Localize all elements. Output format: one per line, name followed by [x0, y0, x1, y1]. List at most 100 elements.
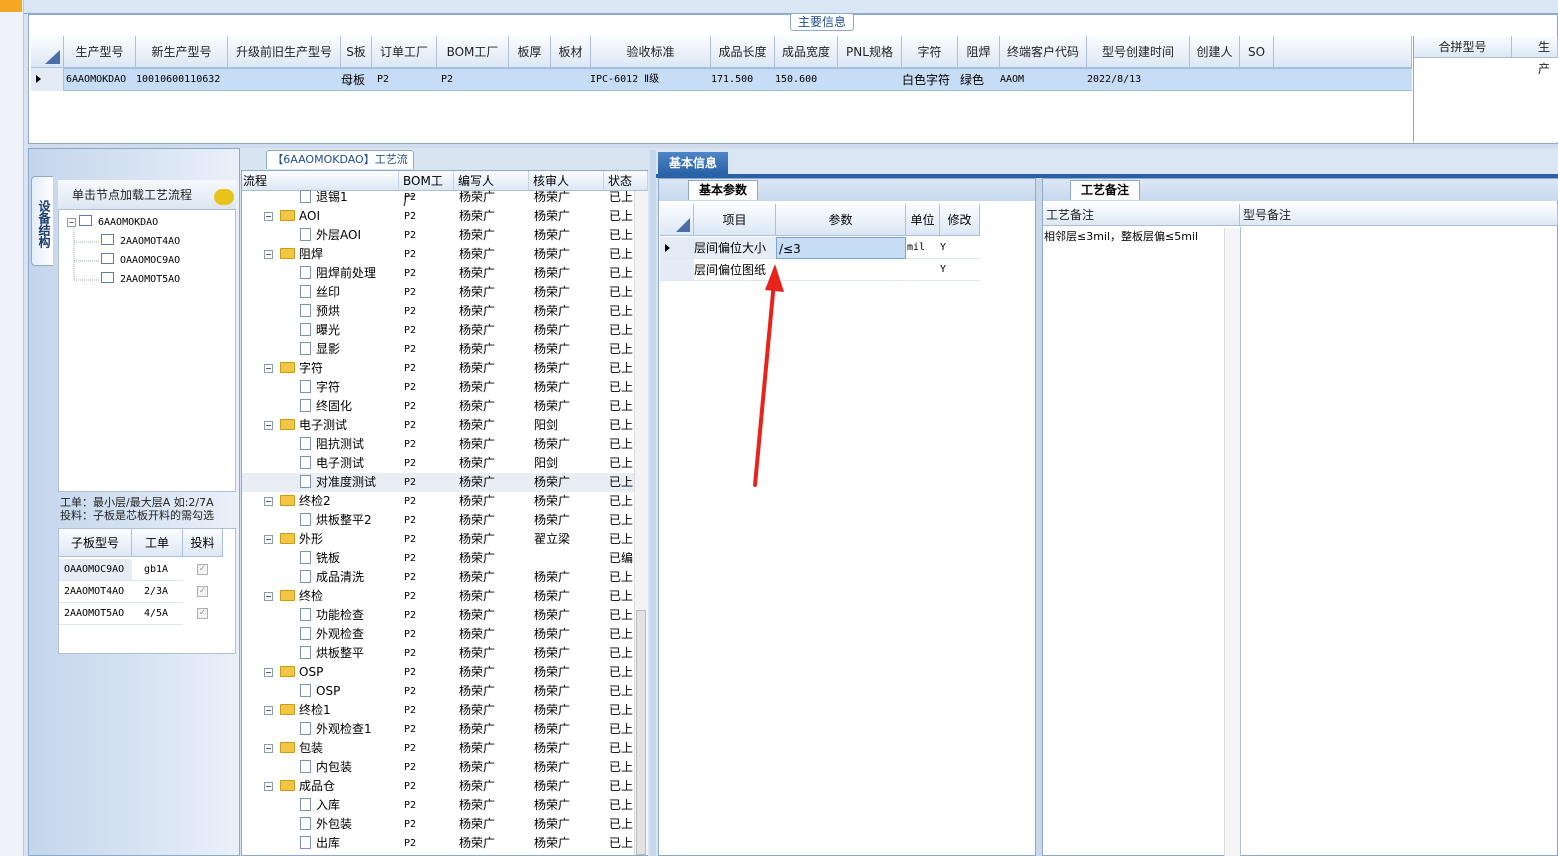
remark-scrollbar[interactable]: [1224, 228, 1240, 856]
collapse-icon[interactable]: −: [264, 706, 273, 715]
process-row[interactable]: 成品清洗 P2 杨荣广 杨荣广 已上: [242, 568, 634, 587]
cell-solder-mask[interactable]: 绿色: [960, 69, 996, 91]
cell-character[interactable]: 白色字符: [902, 69, 958, 91]
process-row[interactable]: 成品仓 − P2 杨荣广 杨荣广 已上: [242, 777, 634, 796]
collapse-icon[interactable]: −: [264, 250, 273, 259]
col-2[interactable]: 升级前旧生产型号: [228, 36, 341, 68]
cell-customer-code[interactable]: AAOM: [1000, 69, 1060, 91]
cell-create-time[interactable]: 2022/8/13: [1087, 69, 1167, 91]
process-row[interactable]: 终检 − P2 杨荣广 杨荣广 已上: [242, 587, 634, 606]
sub-row-model[interactable]: 2AAOMOT5AO: [59, 603, 132, 625]
tree-node-child[interactable]: 2AAOMOT5AO: [101, 271, 180, 289]
col-10[interactable]: 成品宽度: [775, 36, 838, 68]
tab-basic-info[interactable]: 基本信息: [658, 152, 728, 174]
message-icon[interactable]: [214, 189, 234, 205]
cell-width[interactable]: 150.600: [775, 69, 835, 91]
collapse-icon[interactable]: −: [264, 421, 273, 430]
tree-node-child[interactable]: 2AAOMOT4AO: [101, 233, 180, 251]
col-production[interactable]: 生产: [1512, 36, 1558, 76]
sub-row-model[interactable]: 2AAOMOT4AO: [59, 581, 132, 603]
col-6[interactable]: 板厚: [509, 36, 551, 68]
process-row[interactable]: 外形 − P2 杨荣广 翟立梁 已上: [242, 530, 634, 549]
process-row[interactable]: 退锡1 P2 杨荣广 杨荣广 已上: [242, 188, 634, 207]
col-sub-feed[interactable]: 投料: [183, 529, 223, 557]
col-merge-model[interactable]: 合拼型号: [1414, 36, 1512, 58]
process-row[interactable]: 铣板 P2 杨荣广 已编: [242, 549, 634, 568]
process-row[interactable]: AOI − P2 杨荣广 杨荣广 已上: [242, 207, 634, 226]
collapse-icon[interactable]: −: [264, 212, 273, 221]
process-row[interactable]: 外观检查1 P2 杨荣广 杨荣广 已上: [242, 720, 634, 739]
vertical-splitter[interactable]: [650, 150, 656, 856]
col-12[interactable]: 字符: [902, 36, 958, 68]
process-row[interactable]: 终检2 − P2 杨荣广 杨荣广 已上: [242, 492, 634, 511]
cell-bom-factory[interactable]: P2: [441, 69, 471, 91]
col-modify[interactable]: 修改: [940, 204, 980, 236]
col-1[interactable]: 新生产型号: [136, 36, 228, 68]
process-row[interactable]: 外层AOI P2 杨荣广 杨荣广 已上: [242, 226, 634, 245]
sub-row-order[interactable]: 2/3A: [132, 581, 183, 603]
param-modify[interactable]: Y: [940, 237, 980, 259]
process-row[interactable]: 终检1 − P2 杨荣广 杨荣广 已上: [242, 701, 634, 720]
process-row[interactable]: 阻焊前处理 P2 杨荣广 杨荣广 已上: [242, 264, 634, 283]
process-row[interactable]: 功能检查 P2 杨荣广 杨荣广 已上: [242, 606, 634, 625]
col-unit[interactable]: 单位: [906, 204, 940, 236]
col-7[interactable]: 板材: [551, 36, 591, 68]
process-row[interactable]: 对准度测试 P2 杨荣广 杨荣广 已上: [242, 473, 634, 492]
col-4[interactable]: 订单工厂: [372, 36, 437, 68]
col-0[interactable]: 生产型号: [64, 36, 136, 68]
col-param[interactable]: 参数: [776, 204, 906, 236]
process-row[interactable]: 阻抗测试 P2 杨荣广 杨荣广 已上: [242, 435, 634, 454]
process-row[interactable]: 内包装 P2 杨荣广 杨荣广 已上: [242, 758, 634, 777]
col-15[interactable]: 型号创建时间: [1087, 36, 1190, 68]
col-17[interactable]: SO: [1240, 36, 1274, 68]
process-row[interactable]: 阻焊 − P2 杨荣广 杨荣广 已上: [242, 245, 634, 264]
collapse-icon[interactable]: −: [264, 364, 273, 373]
col-16[interactable]: 创建人: [1190, 36, 1240, 68]
tree-node-child[interactable]: OAAOMOC9AO: [101, 252, 180, 270]
col-14[interactable]: 终端客户代码: [1000, 36, 1087, 68]
process-row[interactable]: OSP P2 杨荣广 杨荣广 已上: [242, 682, 634, 701]
process-row[interactable]: 入库 P2 杨荣广 杨荣广 已上: [242, 796, 634, 815]
cell-acceptance-standard[interactable]: IPC-6012 Ⅱ级: [590, 69, 702, 91]
cell-length[interactable]: 171.500: [711, 69, 771, 91]
param-unit[interactable]: [907, 259, 940, 281]
process-row[interactable]: 出库 P2 杨荣广 杨荣广 已上: [242, 834, 634, 853]
param-item[interactable]: 层间偏位大小: [694, 237, 776, 259]
cell-order-factory[interactable]: P2: [377, 69, 407, 91]
collapse-icon[interactable]: −: [264, 497, 273, 506]
process-row[interactable]: 电子测试 − P2 杨荣广 阳剑 已上: [242, 416, 634, 435]
process-row[interactable]: 包装 − P2 杨荣广 杨荣广 已上: [242, 739, 634, 758]
col-sub-order[interactable]: 工单: [132, 529, 183, 557]
process-row[interactable]: 电子测试 P2 杨荣广 阳剑 已上: [242, 454, 634, 473]
process-row[interactable]: 外观检查 P2 杨荣广 杨荣广 已上: [242, 625, 634, 644]
param-value-input[interactable]: /≤3: [776, 237, 906, 259]
col-item[interactable]: 项目: [694, 204, 776, 236]
process-row[interactable]: 字符 P2 杨荣广 杨荣广 已上: [242, 378, 634, 397]
process-row[interactable]: 丝印 P2 杨荣广 杨荣广 已上: [242, 283, 634, 302]
param-modify[interactable]: Y: [940, 259, 980, 281]
collapse-icon[interactable]: −: [264, 592, 273, 601]
process-row[interactable]: 字符 − P2 杨荣广 杨荣广 已上: [242, 359, 634, 378]
process-row[interactable]: 烘板整平 P2 杨荣广 杨荣广 已上: [242, 644, 634, 663]
process-row[interactable]: 终固化 P2 杨荣广 杨荣广 已上: [242, 397, 634, 416]
process-row[interactable]: 显影 P2 杨荣广 杨荣广 已上: [242, 340, 634, 359]
feed-checkbox[interactable]: ✓: [197, 564, 208, 575]
horizontal-splitter[interactable]: [28, 144, 1558, 148]
cell-new-model[interactable]: 10010600110632: [136, 69, 228, 91]
col-8[interactable]: 验收标准: [591, 36, 711, 68]
col-9[interactable]: 成品长度: [711, 36, 775, 68]
col-3[interactable]: S板: [341, 36, 372, 68]
process-row[interactable]: 预烘 P2 杨荣广 杨荣广 已上: [242, 302, 634, 321]
sub-row-model[interactable]: OAAOMOC9AO: [59, 559, 132, 581]
cell-production-model[interactable]: 6AAOMOKDAO: [66, 69, 136, 91]
cell-s-board[interactable]: 母板: [341, 69, 371, 91]
collapse-icon[interactable]: −: [264, 535, 273, 544]
feed-checkbox[interactable]: ✓: [197, 608, 208, 619]
process-row[interactable]: 烘板整平2 P2 杨荣广 杨荣广 已上: [242, 511, 634, 530]
process-row[interactable]: 曝光 P2 杨荣广 杨荣广 已上: [242, 321, 634, 340]
param-unit[interactable]: mil: [907, 237, 940, 259]
tab-basic-params[interactable]: 基本参数: [688, 180, 758, 200]
collapse-icon[interactable]: −: [264, 668, 273, 677]
col-11[interactable]: PNL规格: [838, 36, 902, 68]
sub-row-order[interactable]: 4/5A: [132, 603, 183, 625]
